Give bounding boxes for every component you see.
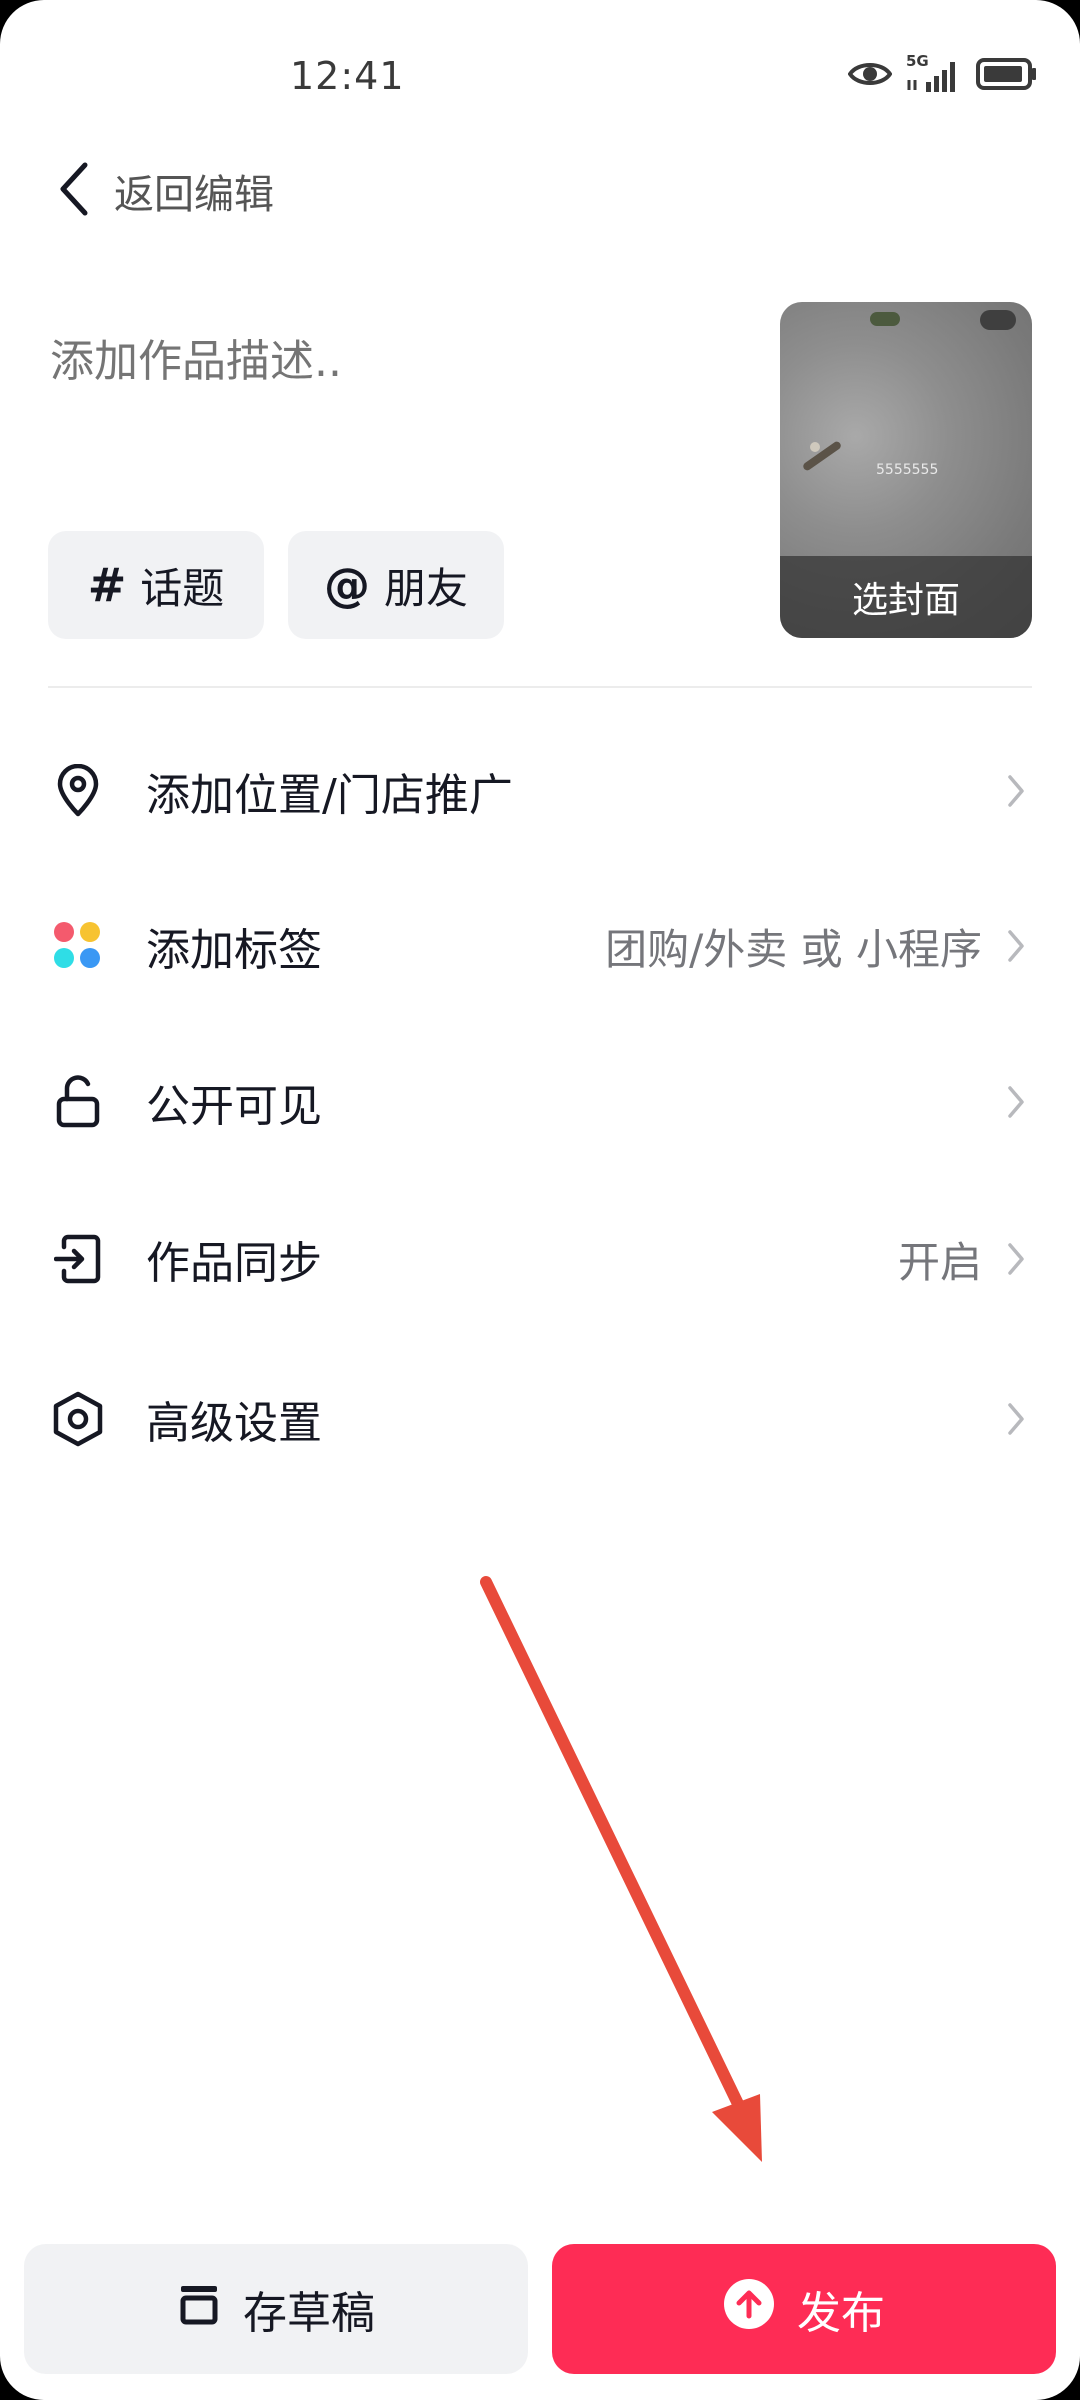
publish-label: 发布 xyxy=(797,2288,885,2339)
publish-screen: 12:41 5G 返回编辑 添加作品描述.. # 话题 @ 朋友 5555555… xyxy=(0,0,1080,2400)
draft-box-icon xyxy=(177,2282,221,2337)
save-draft-label: 存草稿 xyxy=(243,2288,375,2339)
save-draft-button[interactable]: 存草稿 xyxy=(24,2244,528,2374)
annotation-arrow xyxy=(480,1576,762,2162)
publish-button[interactable]: 发布 xyxy=(552,2244,1056,2374)
upload-arrow-icon xyxy=(723,2278,775,2341)
